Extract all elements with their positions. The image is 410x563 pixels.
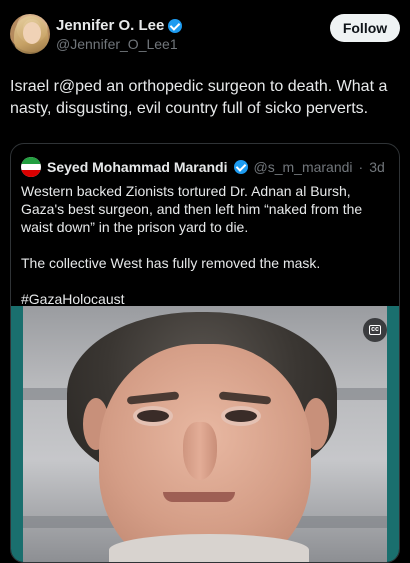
author-handle[interactable]: @Jennifer_O_Lee1 bbox=[56, 36, 182, 52]
author-avatar[interactable] bbox=[10, 14, 50, 54]
portrait-photo[interactable] bbox=[23, 306, 387, 562]
post-header: Jennifer O. Lee @Jennifer_O_Lee1 Follow bbox=[10, 14, 400, 58]
follow-button[interactable]: Follow bbox=[330, 14, 400, 42]
quoted-post-time[interactable]: 3d bbox=[369, 159, 385, 175]
quoted-author-handle[interactable]: @s_m_marandi bbox=[254, 159, 353, 175]
quoted-post-header: Seyed Mohammad Marandi @s_m_marandi · 3d bbox=[21, 156, 389, 178]
author-info[interactable]: Jennifer O. Lee @Jennifer_O_Lee1 bbox=[56, 17, 183, 52]
quoted-author-name[interactable]: Seyed Mohammad Marandi bbox=[47, 159, 228, 175]
verified-badge-icon bbox=[168, 18, 183, 33]
author-name[interactable]: Jennifer O. Lee bbox=[56, 17, 164, 34]
quoted-paragraph: Western backed Zionists tortured Dr. Adn… bbox=[21, 183, 363, 235]
quoted-paragraph: The collective West has fully removed th… bbox=[21, 255, 321, 271]
quoted-post-text: Western backed Zionists tortured Dr. Adn… bbox=[21, 182, 389, 308]
cc-label: cc bbox=[369, 325, 381, 335]
separator-dot: · bbox=[358, 159, 364, 175]
quoted-post-media[interactable]: cc bbox=[11, 306, 399, 562]
closed-caption-icon[interactable]: cc bbox=[363, 318, 387, 342]
verified-badge-icon bbox=[233, 160, 248, 174]
quoted-author-avatar[interactable] bbox=[21, 157, 41, 177]
quoted-post[interactable]: Seyed Mohammad Marandi @s_m_marandi · 3d… bbox=[10, 143, 400, 563]
post-text: Israel r@ped an orthopedic surgeon to de… bbox=[10, 78, 388, 117]
